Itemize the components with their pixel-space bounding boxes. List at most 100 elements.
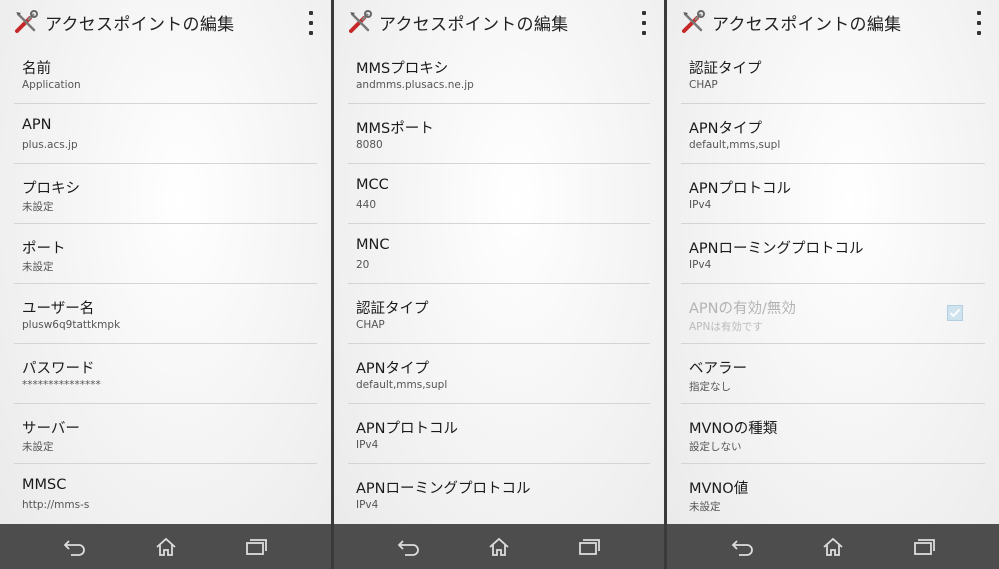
recent-apps-icon[interactable] <box>241 532 271 562</box>
list-item-mms-proxy[interactable]: MMSプロキシ andmms.plusacs.ne.jp <box>348 44 650 104</box>
screens-container: アクセスポイントの編集 名前 Application APN plus.acs.… <box>0 0 999 569</box>
screen-1: アクセスポイントの編集 名前 Application APN plus.acs.… <box>0 0 331 569</box>
item-label: APNプロトコル <box>356 421 459 437</box>
checkmark-icon <box>949 308 961 318</box>
item-label: MVNOの種類 <box>689 421 778 437</box>
recent-apps-icon[interactable] <box>909 532 939 562</box>
list-item-apn-protocol[interactable]: APNプロトコル IPv4 <box>348 404 650 464</box>
home-icon[interactable] <box>818 532 848 562</box>
item-value: 440 <box>356 199 377 211</box>
item-label: プロキシ <box>22 181 80 197</box>
item-label: MCC <box>356 177 389 193</box>
item-value: andmms.plusacs.ne.jp <box>356 79 474 91</box>
item-value: plusw6q9tattkmpk <box>22 319 121 331</box>
list-item-apn-roaming-protocol[interactable]: APNローミングプロトコル IPv4 <box>348 464 650 523</box>
item-value: default,mms,supl <box>356 379 448 391</box>
list-item-mcc[interactable]: MCC 440 <box>348 164 650 224</box>
item-label: ユーザー名 <box>22 301 95 317</box>
item-value: Application <box>22 79 81 91</box>
list-item-mvno-type[interactable]: MVNOの種類 設定しない <box>681 404 985 464</box>
item-label: MMSポート <box>356 121 434 137</box>
item-value: 8080 <box>356 139 383 151</box>
item-label: APNタイプ <box>356 361 430 377</box>
item-label: MNC <box>356 237 390 253</box>
navigation-bar <box>0 524 331 569</box>
page-title: アクセスポイントの編集 <box>45 15 235 35</box>
settings-tools-icon[interactable] <box>13 9 39 35</box>
list-item-apn-protocol[interactable]: APNプロトコル IPv4 <box>681 164 985 224</box>
item-value: plus.acs.jp <box>22 139 78 151</box>
item-value: http://mms-s <box>22 499 90 511</box>
list-item-server[interactable]: サーバー 未設定 <box>14 404 317 464</box>
item-label: 認証タイプ <box>356 301 429 317</box>
apn-enable-checkbox <box>947 305 963 321</box>
item-label: ポート <box>22 241 66 257</box>
overflow-menu-icon[interactable] <box>305 11 317 35</box>
item-value: IPv4 <box>356 499 379 511</box>
list-item-mms-port[interactable]: MMSポート 8080 <box>348 104 650 164</box>
item-label: APNローミングプロトコル <box>689 241 864 257</box>
settings-list: 名前 Application APN plus.acs.jp プロキシ 未設定 … <box>14 44 317 523</box>
list-item-auth-type[interactable]: 認証タイプ CHAP <box>681 44 985 104</box>
back-icon[interactable] <box>394 532 424 562</box>
item-value: 未設定 <box>22 441 54 453</box>
settings-tools-icon[interactable] <box>680 9 706 35</box>
overflow-menu-icon[interactable] <box>638 11 650 35</box>
item-label: APNローミングプロトコル <box>356 481 531 497</box>
page-title: アクセスポイントの編集 <box>379 15 569 35</box>
item-value: IPv4 <box>689 199 712 211</box>
list-item-username[interactable]: ユーザー名 plusw6q9tattkmpk <box>14 284 317 344</box>
item-value: IPv4 <box>689 259 712 271</box>
back-icon[interactable] <box>728 532 758 562</box>
item-value: 未設定 <box>22 261 54 273</box>
list-item-apn-enable: APNの有効/無効 APNは有効です <box>681 284 985 344</box>
list-item-name[interactable]: 名前 Application <box>14 44 317 104</box>
action-bar: アクセスポイントの編集 <box>0 0 331 44</box>
list-item-apn[interactable]: APN plus.acs.jp <box>14 104 317 164</box>
item-value: default,mms,supl <box>689 139 781 151</box>
item-value: 設定しない <box>689 441 742 453</box>
list-item-apn-type[interactable]: APNタイプ default,mms,supl <box>348 344 650 404</box>
home-icon[interactable] <box>484 532 514 562</box>
navigation-bar <box>667 524 999 569</box>
navigation-bar <box>334 524 664 569</box>
list-item-apn-roaming-protocol[interactable]: APNローミングプロトコル IPv4 <box>681 224 985 284</box>
item-value: IPv4 <box>356 439 379 451</box>
item-label: APNプロトコル <box>689 181 792 197</box>
back-icon[interactable] <box>60 532 90 562</box>
item-label: MVNO値 <box>689 481 749 497</box>
item-label: APNタイプ <box>689 121 763 137</box>
screen-2: アクセスポイントの編集 MMSプロキシ andmms.plusacs.ne.jp… <box>334 0 664 569</box>
item-value: *************** <box>22 379 101 391</box>
action-bar: アクセスポイントの編集 <box>667 0 999 44</box>
item-label: サーバー <box>22 421 80 437</box>
item-label: APN <box>22 117 52 133</box>
list-item-auth-type[interactable]: 認証タイプ CHAP <box>348 284 650 344</box>
list-item-proxy[interactable]: プロキシ 未設定 <box>14 164 317 224</box>
item-value: CHAP <box>689 79 718 91</box>
action-bar: アクセスポイントの編集 <box>334 0 664 44</box>
settings-list: 認証タイプ CHAP APNタイプ default,mms,supl APNプロ… <box>681 44 985 523</box>
item-label: APNの有効/無効 <box>689 301 796 317</box>
page-title: アクセスポイントの編集 <box>712 15 902 35</box>
screen-3: アクセスポイントの編集 認証タイプ CHAP APNタイプ default,mm… <box>667 0 999 569</box>
list-item-password[interactable]: パスワード *************** <box>14 344 317 404</box>
item-label: MMSプロキシ <box>356 61 449 77</box>
settings-tools-icon[interactable] <box>347 9 373 35</box>
list-item-apn-type[interactable]: APNタイプ default,mms,supl <box>681 104 985 164</box>
settings-list: MMSプロキシ andmms.plusacs.ne.jp MMSポート 8080… <box>348 44 650 523</box>
list-item-mnc[interactable]: MNC 20 <box>348 224 650 284</box>
overflow-menu-icon[interactable] <box>973 11 985 35</box>
list-item-bearer[interactable]: ベアラー 指定なし <box>681 344 985 404</box>
list-item-mvno-value[interactable]: MVNO値 未設定 <box>681 464 985 523</box>
list-item-mmsc[interactable]: MMSC http://mms-s <box>14 464 317 523</box>
item-value: 未設定 <box>689 501 721 513</box>
list-item-port[interactable]: ポート 未設定 <box>14 224 317 284</box>
item-label: パスワード <box>22 361 95 377</box>
recent-apps-icon[interactable] <box>574 532 604 562</box>
item-label: MMSC <box>22 477 67 493</box>
item-value: 未設定 <box>22 201 54 213</box>
home-icon[interactable] <box>151 532 181 562</box>
item-value: 指定なし <box>689 381 731 393</box>
item-value: CHAP <box>356 319 385 331</box>
